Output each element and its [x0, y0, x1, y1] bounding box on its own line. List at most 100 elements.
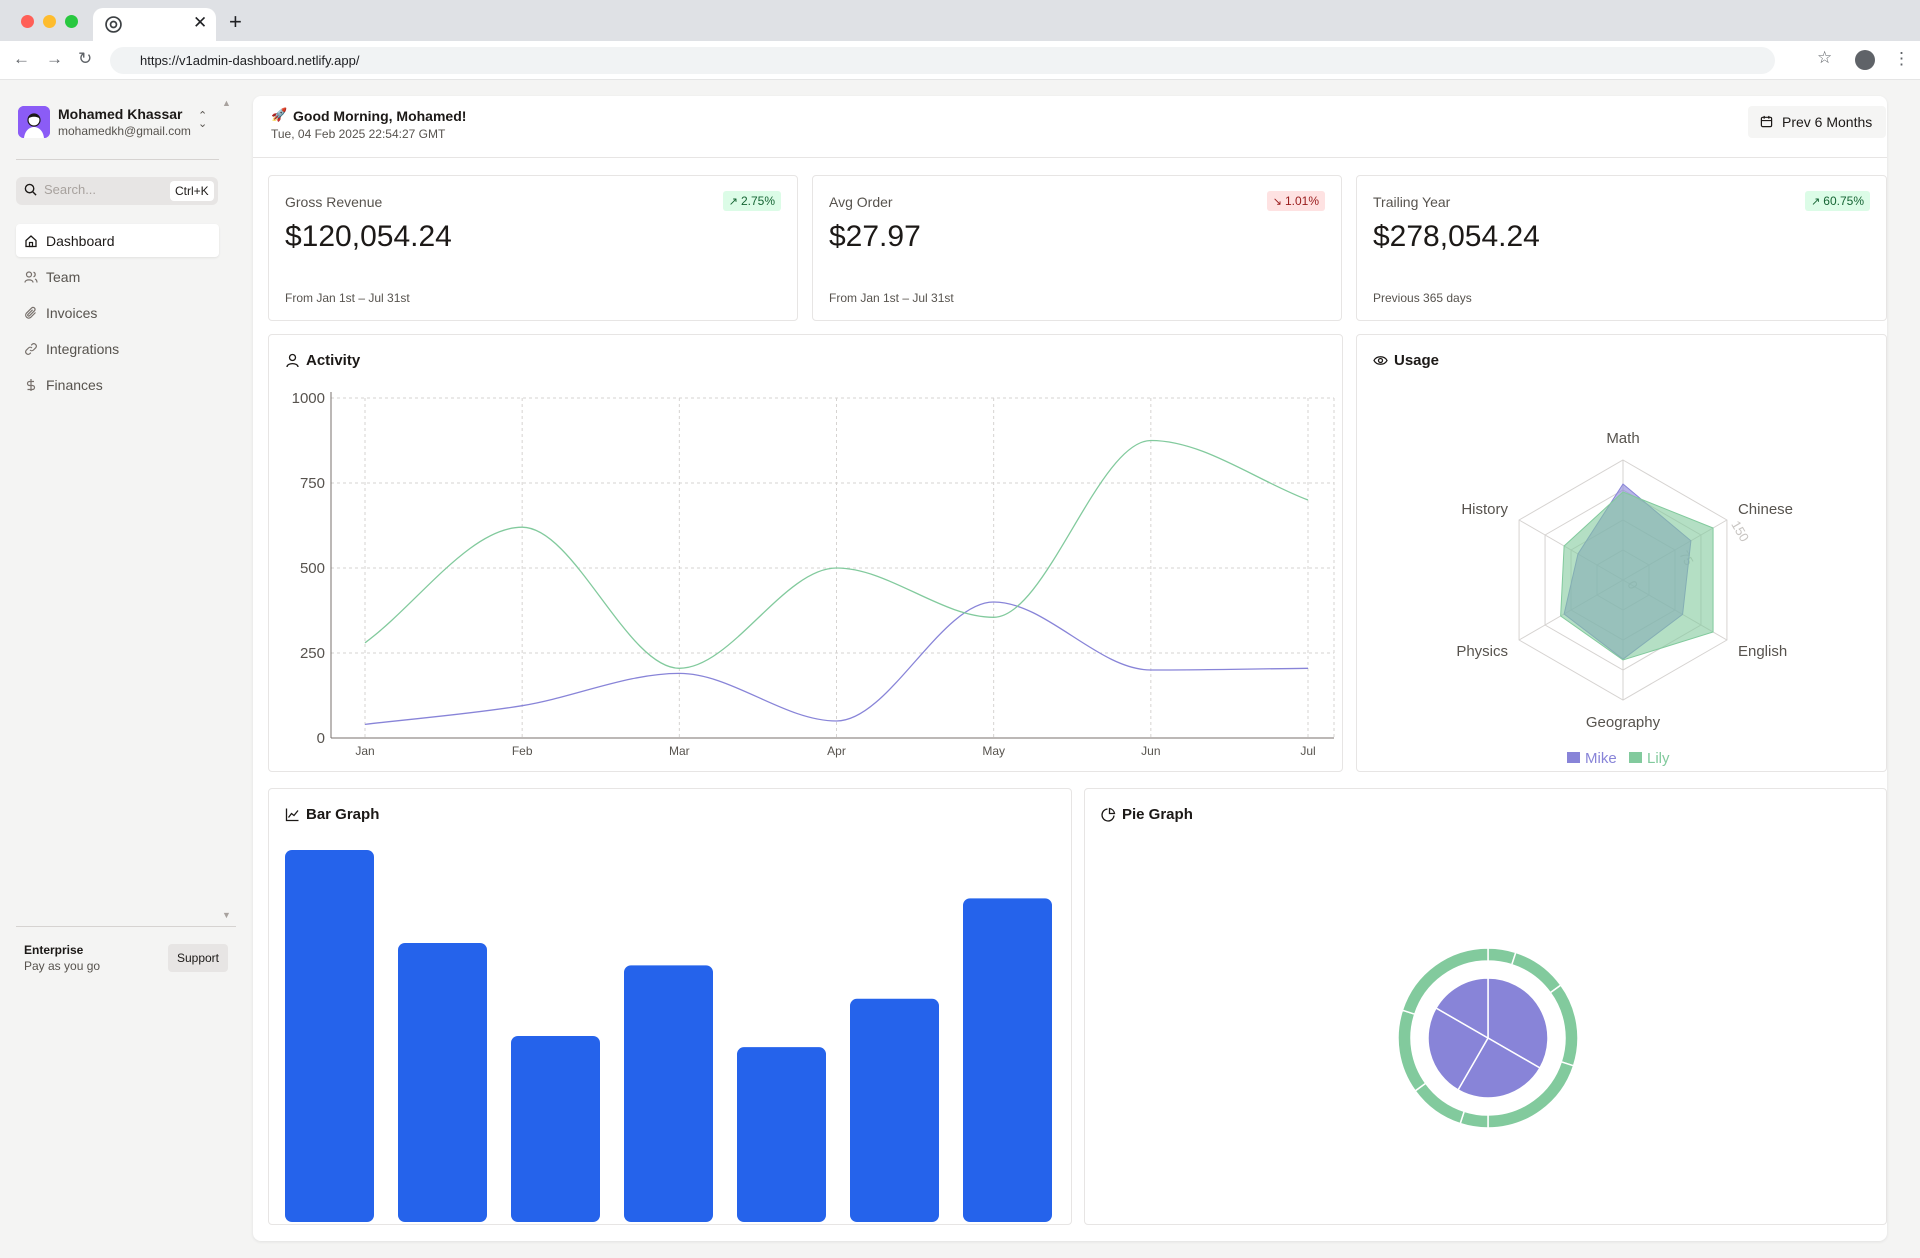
new-tab-icon[interactable]: +	[229, 9, 242, 35]
browser-tab[interactable]: ✕	[93, 8, 216, 41]
avatar	[18, 106, 50, 138]
bar-graph-card: Bar Graph	[268, 788, 1072, 1225]
legend-swatch-1	[1567, 752, 1580, 763]
calendar-icon	[1760, 115, 1773, 128]
stat-label: Avg Order	[829, 194, 893, 210]
search-box[interactable]: Ctrl+K	[16, 177, 218, 205]
sidebar: Mohamed Khassar mohamedkh@gmail.com ⌃ ⌄ ▲…	[0, 80, 240, 1258]
url-text: https://v1admin-dashboard.netlify.app/	[140, 53, 360, 68]
user-switcher[interactable]: Mohamed Khassar mohamedkh@gmail.com ⌃ ⌄	[16, 104, 216, 144]
x-tick-label: Apr	[827, 744, 846, 758]
chevron-up-down-icon: ⌃ ⌄	[198, 110, 208, 130]
sidebar-item-team[interactable]: Team	[16, 260, 219, 293]
user-email: mohamedkh@gmail.com	[58, 124, 191, 138]
radar-series-2	[1560, 491, 1714, 661]
stat-label: Trailing Year	[1373, 194, 1451, 210]
activity-line-chart: 0 250 500 750 1000 Jan Feb Mar Apr May Jun Jul	[292, 390, 1335, 758]
usage-card: Usage Math Chinese English Geography Physics…	[1356, 334, 1887, 772]
bar-7	[963, 898, 1052, 1222]
bar-2	[398, 943, 487, 1222]
reload-icon[interactable]: ↻	[78, 49, 92, 69]
forward-icon[interactable]: →	[46, 49, 63, 69]
sidebar-item-integrations[interactable]: Integrations	[16, 332, 219, 365]
sidebar-item-label: Dashboard	[46, 233, 115, 249]
trend-badge: ↘ 1.01%	[1266, 191, 1325, 211]
stat-label: Gross Revenue	[285, 194, 383, 210]
bar-3	[511, 1036, 600, 1222]
divider	[16, 926, 236, 927]
outer-slice-5	[1459, 1110, 1489, 1129]
sidebar-item-dashboard[interactable]: Dashboard	[16, 224, 219, 257]
main-panel: 🚀 Good Morning, Mohamed! Tue, 04 Feb 202…	[253, 96, 1887, 1241]
trend-badge: ↗ 60.75%	[1805, 191, 1870, 211]
outer-slice-3	[1549, 984, 1579, 1067]
sidebar-item-invoices[interactable]: Invoices	[16, 296, 219, 329]
link-icon	[25, 343, 37, 355]
divider	[253, 157, 1887, 158]
search-icon	[24, 183, 37, 196]
back-icon[interactable]: ←	[13, 49, 30, 69]
date-range-label: Prev 6 Months	[1782, 114, 1873, 130]
stat-note: Previous 365 days	[1373, 291, 1472, 305]
x-tick-label: Feb	[512, 744, 533, 758]
support-button[interactable]: Support	[168, 944, 228, 972]
bar-6	[850, 998, 939, 1222]
activity-card: Activity 0 250 500 750 1000 Jan Feb Mar Apr May Ju…	[268, 334, 1343, 772]
maximize-window-button[interactable]	[65, 15, 78, 28]
divider	[16, 159, 219, 160]
legend-swatch-2	[1629, 752, 1642, 763]
y-tick-label: 500	[300, 560, 325, 577]
stat-value: $278,054.24	[1373, 220, 1540, 253]
date-range-button[interactable]: Prev 6 Months	[1748, 106, 1886, 138]
radar-axis-label: Chinese	[1738, 501, 1793, 518]
trend-badge: ↗ 2.75%	[722, 191, 781, 211]
sidebar-nav: Dashboard Team Invoices Integrations Fin…	[16, 224, 219, 404]
radar-axis-label: English	[1738, 643, 1787, 660]
profile-icon[interactable]	[1855, 50, 1875, 70]
sidebar-item-label: Finances	[46, 377, 103, 393]
plan-subtitle: Pay as you go	[24, 959, 101, 973]
bar-5	[737, 1047, 826, 1222]
bar-chart	[285, 850, 1052, 1222]
greeting: Good Morning, Mohamed!	[293, 108, 467, 124]
stat-value: $120,054.24	[285, 220, 452, 253]
scroll-up-icon[interactable]: ▲	[222, 98, 231, 108]
sidebar-item-label: Invoices	[46, 305, 98, 321]
scroll-down-icon[interactable]: ▼	[222, 910, 231, 920]
y-tick-label: 250	[300, 645, 325, 662]
browser-menu-icon[interactable]: ⋮	[1893, 49, 1910, 69]
pie-graph-card: Pie Graph	[1084, 788, 1887, 1225]
minimize-window-button[interactable]	[43, 15, 56, 28]
paperclip-icon	[25, 306, 36, 319]
outer-slice-1	[1487, 947, 1517, 966]
stat-card-trailing-year: Trailing Year ↗ 60.75% $278,054.24 Previo…	[1356, 175, 1887, 321]
stat-note: From Jan 1st – Jul 31st	[829, 291, 954, 305]
sidebar-item-finances[interactable]: Finances	[16, 368, 219, 401]
close-window-button[interactable]	[21, 15, 34, 28]
stat-note: From Jan 1st – Jul 31st	[285, 291, 410, 305]
bar-1	[285, 850, 374, 1222]
search-input[interactable]	[44, 182, 154, 197]
address-bar: ← → ↻ https://v1admin-dashboard.netlify.…	[0, 41, 1920, 80]
usage-radar-chart: Math Chinese English Geography Physics Histor…	[1456, 430, 1793, 767]
y-tick-label: 750	[300, 475, 325, 492]
radar-axis-label: Physics	[1456, 643, 1508, 660]
stat-card-avg-order: Avg Order ↘ 1.01% $27.97 From Jan 1st – J…	[812, 175, 1342, 321]
bar-4	[624, 965, 713, 1222]
y-tick-label: 1000	[292, 390, 325, 407]
user-name: Mohamed Khassar	[58, 106, 183, 122]
window-controls	[21, 15, 78, 28]
url-field[interactable]: https://v1admin-dashboard.netlify.app/	[110, 47, 1775, 74]
browser-tab-bar: ✕ +	[0, 0, 1920, 41]
radar-axis-label: Math	[1606, 430, 1639, 447]
trend-value: 1.01%	[1284, 194, 1319, 208]
x-tick-label: Jul	[1300, 744, 1315, 758]
plan-title: Enterprise	[24, 943, 84, 957]
outer-slice-7	[1397, 1009, 1427, 1092]
legend-label-2: Lily	[1647, 750, 1670, 767]
tab-close-icon[interactable]: ✕	[193, 13, 207, 33]
trend-up-icon: ↗	[728, 196, 738, 208]
x-tick-label: May	[982, 744, 1005, 758]
y-tick-label: 0	[317, 730, 325, 747]
bookmark-star-icon[interactable]: ☆	[1817, 48, 1832, 68]
